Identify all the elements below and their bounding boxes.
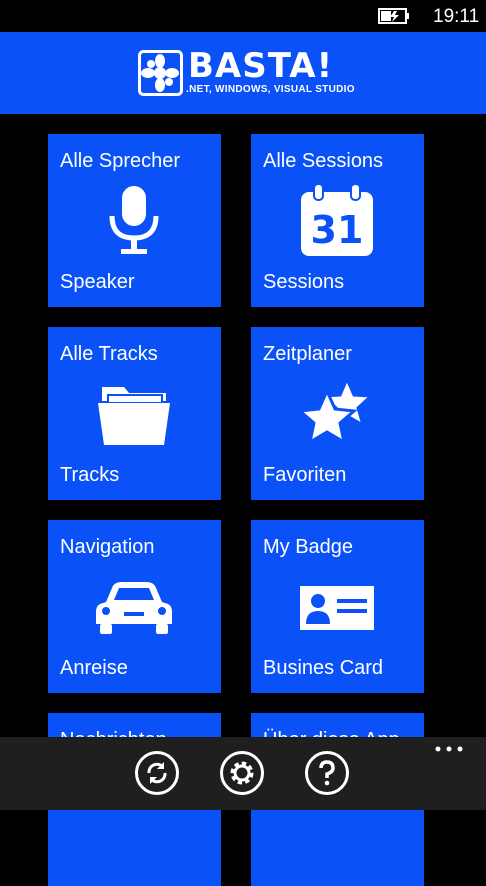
stars-icon [297, 375, 375, 446]
calendar-day: 31 [311, 208, 364, 252]
help-icon [319, 760, 335, 786]
refresh-button[interactable] [135, 751, 179, 795]
tile-label: Sessions [263, 271, 345, 293]
tile-title: Alle Tracks [60, 343, 158, 365]
tile-title: Alle Sessions [263, 150, 384, 172]
tile-label: Anreise [60, 657, 128, 679]
settings-icon [230, 761, 254, 785]
logo-mark-icon [138, 50, 183, 96]
tile-sessions[interactable]: Alle Sessions 31 Sessions [251, 134, 424, 307]
tile-title: Alle Sprecher [60, 150, 181, 172]
microphone-icon [109, 186, 159, 254]
car-icon [96, 582, 172, 634]
clock: 19:11 [433, 6, 480, 27]
refresh-icon [147, 762, 167, 784]
tile-tracks[interactable]: Alle Tracks Tracks [48, 327, 221, 500]
more-icon[interactable] [434, 745, 464, 753]
tile-business-card[interactable]: My Badge Busines Card [251, 520, 424, 693]
tile-label: Favoriten [263, 464, 347, 486]
logo-name: BASTA! [188, 46, 334, 86]
settings-button[interactable] [220, 751, 264, 795]
tile-label: Speaker [60, 271, 135, 293]
tile-title: Zeitplaner [263, 343, 352, 365]
status-bar: 19:11 [0, 0, 486, 32]
app-bar [0, 737, 486, 810]
tile-label: Busines Card [263, 657, 384, 679]
battery-charging-icon [378, 8, 409, 24]
tile-anreise[interactable]: Navigation Anreise [48, 520, 221, 693]
tile-label: Tracks [60, 464, 120, 486]
tile-speaker[interactable]: Alle Sprecher Speaker [48, 134, 221, 307]
business-card-icon [300, 586, 374, 630]
folder-icon [98, 387, 170, 445]
calendar-icon: 31 [301, 183, 373, 256]
logo-subtitle: .NET, WINDOWS, VISUAL STUDIO [186, 84, 355, 95]
basta-logo: BASTA! .NET, WINDOWS, VISUAL STUDIO [138, 47, 354, 98]
tile-favoriten[interactable]: Zeitplaner Favoriten [251, 327, 424, 500]
tile-title: Navigation [60, 536, 155, 558]
help-button[interactable] [305, 751, 349, 795]
tile-title: My Badge [263, 536, 354, 558]
